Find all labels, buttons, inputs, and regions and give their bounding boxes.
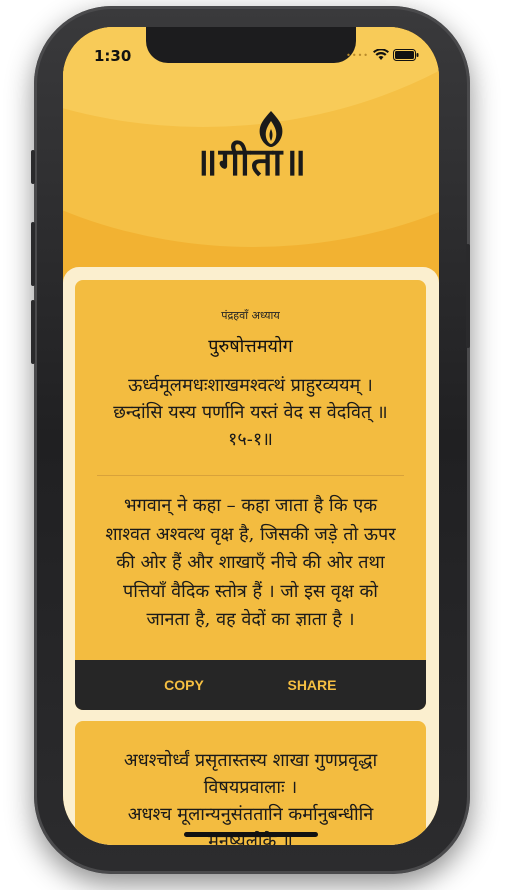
verse-line: विषयप्रवालाः । bbox=[203, 777, 298, 798]
volume-up-button bbox=[31, 222, 35, 286]
verse-line: १५-१॥ bbox=[228, 429, 273, 450]
power-button bbox=[466, 244, 470, 348]
card-action-bar: COPY SHARE bbox=[75, 660, 426, 710]
verse-text: ऊर्ध्वमूलमधःशाखमश्वत्थं प्राहुरव्ययम् । … bbox=[89, 372, 412, 453]
verse-card: अधश्चोर्ध्वं प्रसृतास्तस्य शाखा गुणप्रवृ… bbox=[75, 721, 426, 845]
verse-line: ऊर्ध्वमूलमधःशाखमश्वत्थं प्राहुरव्ययम् । bbox=[128, 375, 373, 396]
copy-button[interactable]: COPY bbox=[139, 660, 229, 710]
status-icons: •••• bbox=[346, 49, 419, 61]
battery-icon bbox=[393, 49, 419, 61]
volume-down-button bbox=[31, 300, 35, 364]
status-time: 1:30 bbox=[94, 47, 132, 65]
mute-switch bbox=[31, 150, 35, 184]
share-button[interactable]: SHARE bbox=[267, 660, 357, 710]
meaning-line: की ओर हैं और शाखाएँ नीचे की ओर तथा bbox=[116, 552, 385, 573]
wifi-icon bbox=[373, 49, 389, 60]
chapter-name: पुरुषोत्तमयोग bbox=[208, 336, 293, 357]
notch bbox=[146, 27, 356, 63]
signal-icon: •••• bbox=[346, 50, 369, 60]
verse-meaning: भगवान् ने कहा – कहा जाता है कि एक शाश्वत… bbox=[85, 492, 416, 635]
verse-card: पंद्रहवाँ अध्याय पुरुषोत्तमयोग ऊर्ध्वमूल… bbox=[75, 280, 426, 710]
chapter-number: पंद्रहवाँ अध्याय bbox=[221, 309, 280, 322]
app-logo: ॥गीता॥ bbox=[194, 139, 308, 184]
verse-line: छन्दांसि यस्य पर्णानि यस्तं वेद स वेदवित… bbox=[113, 402, 388, 423]
meaning-line: जानता है, वह वेदों का ज्ञाता है । bbox=[146, 609, 355, 630]
verse-text: अधश्चोर्ध्वं प्रसृतास्तस्य शाखा गुणप्रवृ… bbox=[85, 747, 416, 845]
meaning-line: भगवान् ने कहा – कहा जाता है कि एक bbox=[123, 495, 378, 516]
home-indicator[interactable] bbox=[184, 832, 318, 837]
meaning-line: शाश्वत अश्वत्थ वृक्ष है, जिसकी जड़े तो ऊ… bbox=[105, 523, 396, 545]
meaning-line: पत्तियाँ वैदिक स्तोत्र हैं । जो इस वृक्ष… bbox=[123, 580, 378, 602]
app-screen: ॥गीता॥ 1:30 •••• पंद्रहवाँ अध्याय पुरुषो… bbox=[63, 27, 439, 845]
verse-line: अधश्च मूलान्यनुसंततानि कर्मानुबन्धीनि bbox=[127, 804, 374, 825]
verse-line: अधश्चोर्ध्वं प्रसृतास्तस्य शाखा गुणप्रवृ… bbox=[123, 750, 378, 771]
divider bbox=[97, 475, 404, 476]
